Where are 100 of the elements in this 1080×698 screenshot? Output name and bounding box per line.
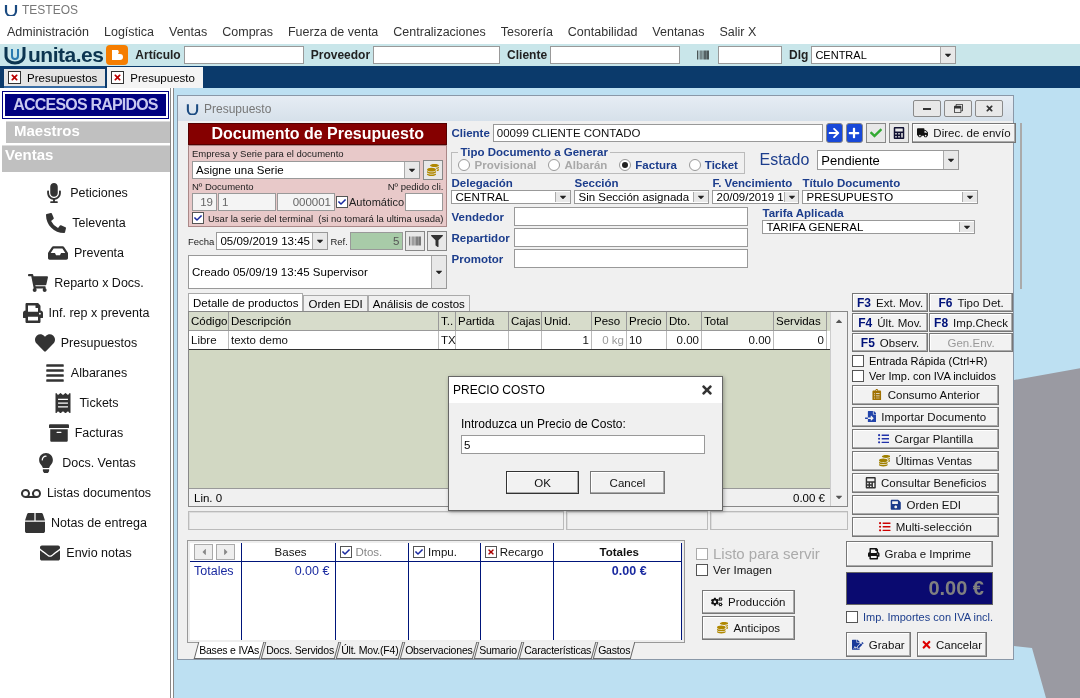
date-select[interactable]: 05/09/2019 13:45 [216, 232, 329, 250]
action-button[interactable]: Orden EDI [852, 494, 999, 515]
dropdown-button[interactable] [693, 192, 709, 202]
action-button[interactable]: Últimas Ventas [852, 450, 999, 471]
checkbox[interactable] [846, 611, 858, 623]
delegation-select[interactable]: CENTRAL [811, 46, 957, 64]
minimize-button[interactable] [913, 100, 941, 117]
dropdown-select[interactable]: CENTRAL [451, 190, 572, 204]
checkbox[interactable] [852, 369, 864, 382]
menu-item[interactable]: Contabilidad [567, 25, 638, 39]
dropdown-button[interactable] [940, 47, 956, 63]
number-field[interactable]: 19 [192, 193, 217, 211]
add-button[interactable] [845, 123, 863, 143]
action-button[interactable]: Consultar Beneficios [852, 472, 999, 493]
text-field[interactable] [514, 207, 749, 226]
radio-button[interactable] [619, 158, 632, 171]
function-key-button[interactable]: F5 Observ. [852, 333, 929, 352]
checkbox[interactable] [852, 354, 864, 367]
shortcut-item[interactable]: Listas documentos [20, 478, 152, 508]
dropdown-button[interactable] [943, 151, 959, 169]
menu-item[interactable]: Salir X [719, 25, 757, 39]
action-button[interactable]: Anticipos [702, 616, 795, 640]
dropdown-button[interactable] [555, 192, 571, 202]
shortcut-item[interactable]: Preventa [48, 238, 124, 268]
menu-item[interactable]: Fuerza de venta [287, 25, 379, 39]
dialog-button[interactable]: Cancel [590, 471, 665, 494]
series-select[interactable]: Asigne una Serie [192, 161, 421, 179]
menu-item[interactable]: Compras [222, 25, 273, 39]
menu-item[interactable]: Ventas [169, 25, 208, 39]
function-key-button[interactable]: F3 Ext. Mov. [852, 293, 929, 312]
save-button[interactable]: Grabar [846, 632, 911, 657]
menu-item[interactable]: Ventanas [652, 25, 705, 39]
dropdown-button[interactable] [404, 162, 420, 178]
function-key-button[interactable]: F4 Últ. Mov. [852, 313, 929, 332]
shortcut-item[interactable]: Presupuestos [34, 328, 138, 358]
order-field[interactable] [405, 193, 444, 211]
dropdown-select[interactable]: PRESUPUESTO [802, 190, 979, 204]
barcode-field[interactable] [718, 46, 783, 64]
tab[interactable]: Análisis de costos [367, 295, 470, 311]
scrollbar[interactable] [830, 312, 847, 506]
close-button[interactable] [111, 71, 125, 84]
input-field[interactable]: 5 [461, 435, 705, 454]
action-button[interactable]: Consumo Anterior [852, 384, 999, 405]
history-select[interactable]: Creado 05/09/19 13:45 Supervisor [188, 255, 448, 289]
menu-item[interactable]: Centralizaciones [393, 25, 486, 39]
shortcut-item[interactable]: Televenta [46, 208, 126, 238]
arrow-button[interactable] [825, 123, 843, 143]
action-button[interactable]: Cargar Plantilla [852, 428, 999, 449]
calculator-button[interactable] [888, 123, 909, 143]
shipping-address-button[interactable]: Direc. de envío [911, 123, 1016, 143]
action-button[interactable]: Importar Documento [852, 406, 999, 427]
menu-item[interactable]: Administración [7, 25, 89, 39]
shortcut-item[interactable]: Inf. rep x preventa [22, 298, 150, 328]
close-button[interactable] [975, 100, 1003, 117]
close-button[interactable] [8, 71, 21, 84]
previous-button[interactable] [194, 544, 213, 560]
tab[interactable]: Orden EDI [303, 295, 368, 311]
dialog-button[interactable]: OK [506, 471, 579, 494]
checkbox[interactable] [192, 212, 204, 224]
shortcut-item[interactable]: Facturas [48, 418, 124, 448]
shortcut-item[interactable]: Albaranes [44, 358, 128, 388]
search-field[interactable] [550, 46, 681, 64]
number-field[interactable]: 000001 [277, 193, 335, 211]
shortcut-item[interactable]: Tickets [53, 388, 119, 418]
action-button[interactable]: Multi-selección [852, 516, 999, 538]
shortcut-item[interactable]: Peticiones [44, 178, 128, 208]
close-icon[interactable] [700, 383, 714, 397]
dropdown-button[interactable] [783, 192, 799, 202]
action-button[interactable]: Producción [702, 590, 795, 614]
blog-icon[interactable] [106, 45, 129, 65]
dropdown-select[interactable]: Sin Sección asignada [574, 190, 710, 204]
reference-field[interactable]: 5 [349, 232, 404, 250]
checkbox[interactable] [413, 546, 426, 558]
shortcut-item[interactable]: Envio notas [40, 538, 132, 568]
tab[interactable]: Detalle de productos [188, 293, 304, 311]
status-select[interactable]: Pendiente [817, 150, 960, 170]
shortcut-item[interactable]: Notas de entrega [25, 508, 147, 538]
cancel-button[interactable]: Cancelar [917, 632, 987, 657]
tariff-select[interactable]: TARIFA GENERAL [762, 220, 976, 234]
dropdown-button[interactable] [962, 192, 978, 202]
function-key-button[interactable]: F6 Tipo Det. [929, 293, 1014, 312]
dropdown-button[interactable] [959, 222, 975, 232]
document-tab[interactable]: Presupuesto [107, 67, 203, 88]
client-field[interactable]: 00099 CLIENTE CONTADO [492, 124, 823, 142]
menu-item[interactable]: Logística [104, 25, 154, 39]
document-tab[interactable]: Presupuestos [4, 69, 106, 88]
number-field[interactable]: 1 [218, 193, 276, 211]
filter-button[interactable] [427, 231, 448, 251]
function-key-button[interactable]: F8 Imp.Check [929, 313, 1014, 332]
dropdown-button[interactable] [312, 233, 328, 249]
search-field[interactable] [373, 46, 501, 64]
shortcut-item[interactable]: Reparto x Docs. [28, 268, 144, 298]
text-field[interactable] [514, 228, 749, 247]
search-field[interactable] [183, 46, 304, 64]
print-button[interactable]: Graba e Imprime [846, 541, 993, 567]
barcode-button[interactable] [405, 231, 426, 251]
dropdown-select[interactable]: 20/09/2019 1 [712, 190, 800, 204]
restore-button[interactable] [944, 100, 972, 117]
checkbox[interactable] [484, 546, 497, 558]
radio-button[interactable] [688, 158, 701, 171]
